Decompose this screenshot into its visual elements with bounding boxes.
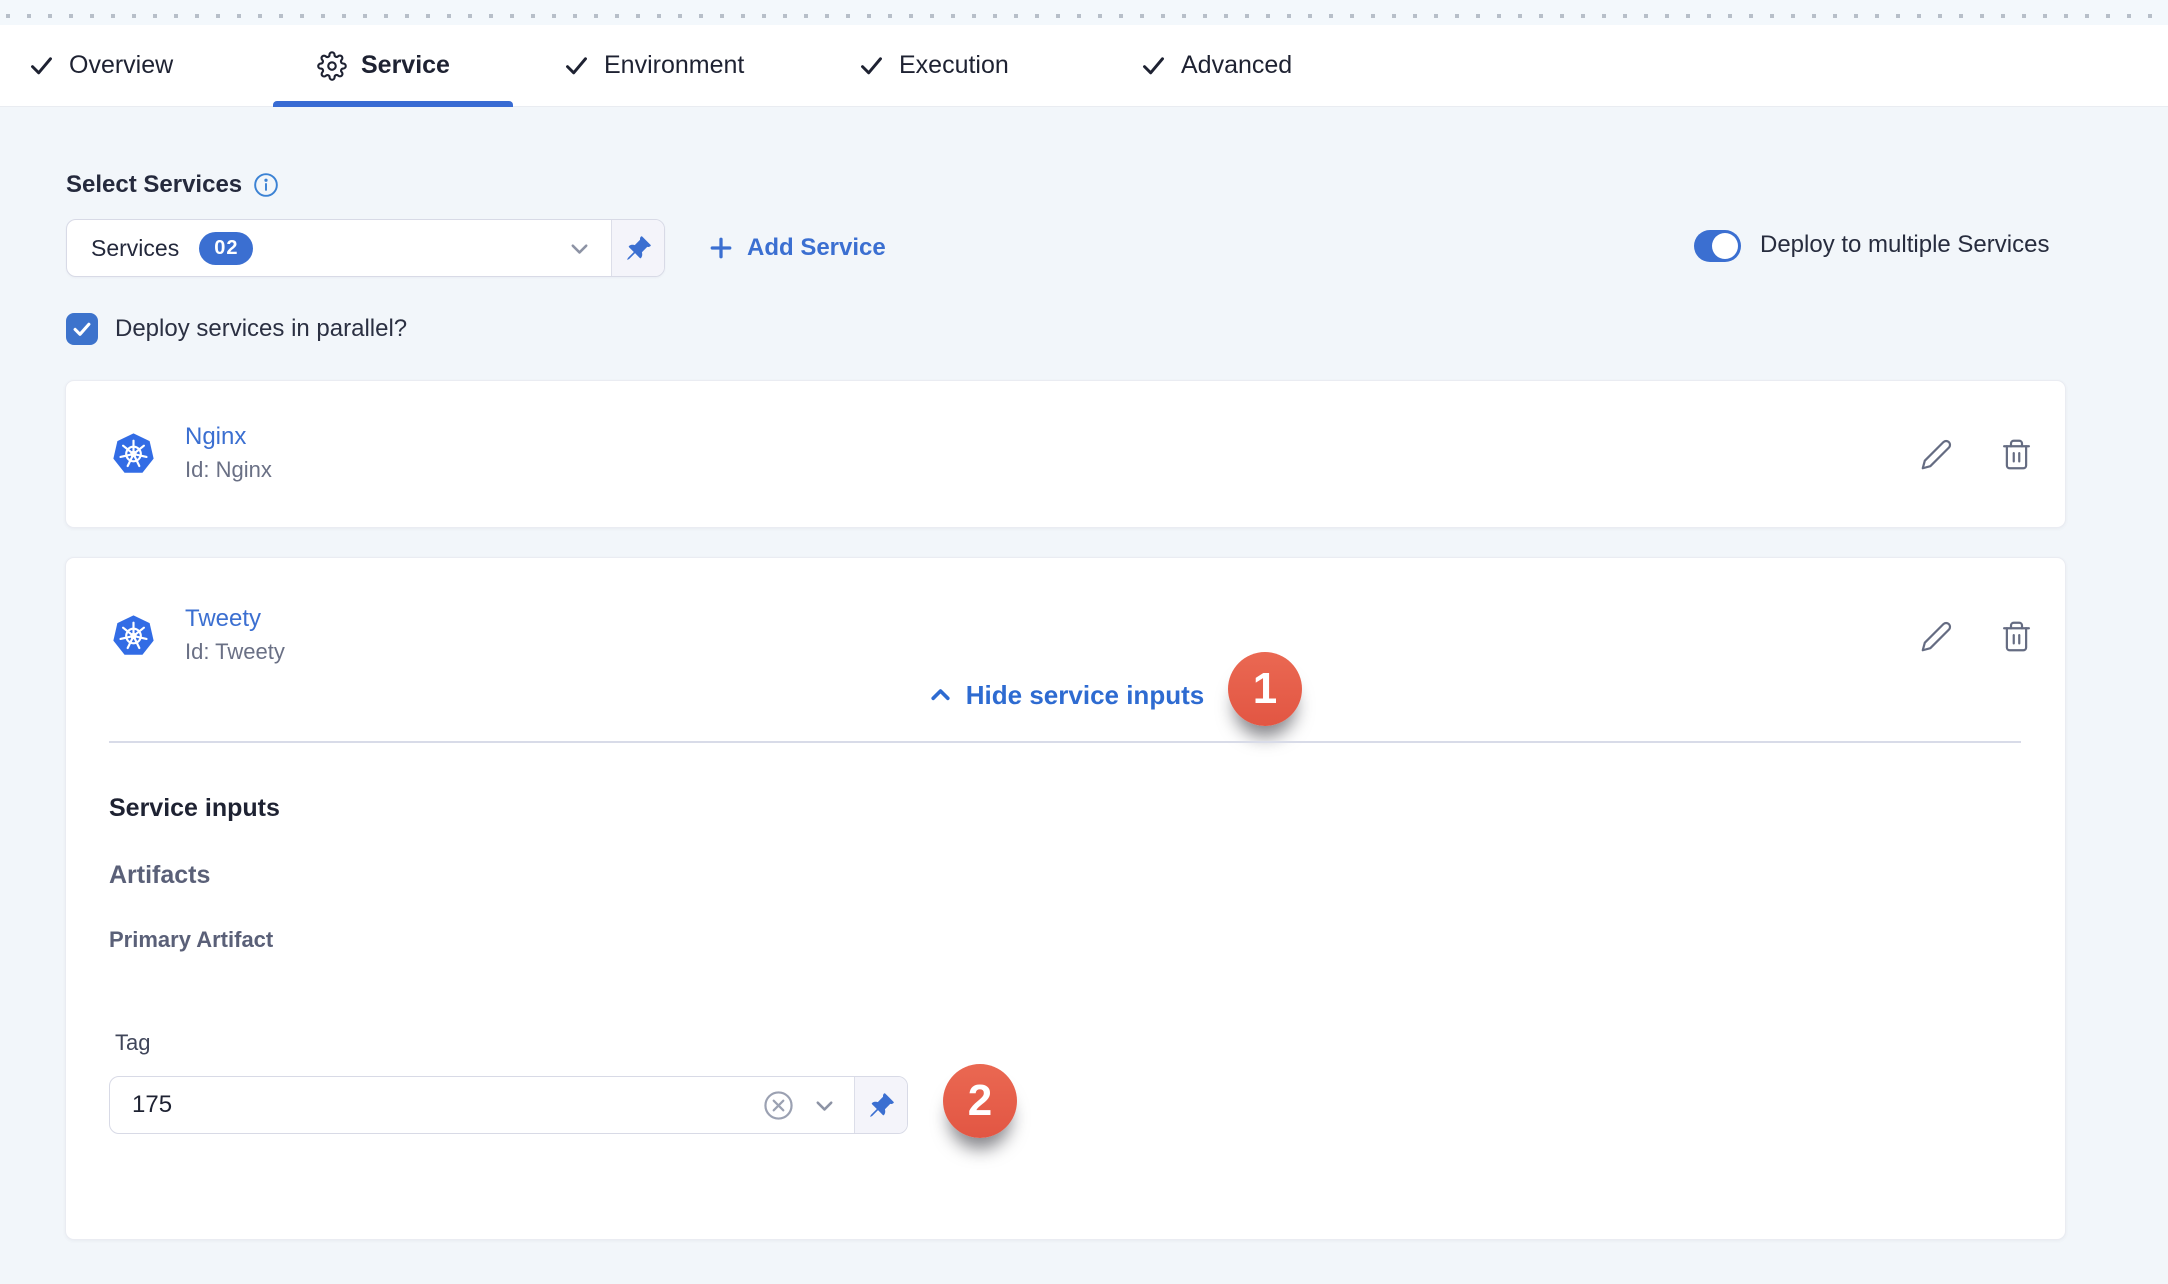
services-dropdown-main: Services 02 (67, 220, 611, 276)
tab-label: Execution (899, 51, 1009, 80)
select-services-text: Select Services (66, 171, 242, 199)
deploy-multiple-label: Deploy to multiple Services (1760, 231, 2049, 259)
tag-field-main (110, 1077, 854, 1133)
artifacts-heading: Artifacts (109, 861, 210, 890)
pin-icon (625, 235, 652, 262)
services-pin-button[interactable] (611, 220, 664, 276)
hide-service-inputs-label: Hide service inputs (966, 680, 1204, 711)
check-icon (28, 52, 55, 79)
tab-label: Overview (69, 51, 173, 80)
services-dropdown[interactable]: Services 02 (66, 219, 665, 277)
service-name-link[interactable]: Nginx (185, 423, 246, 451)
add-service-label: Add Service (747, 234, 886, 262)
tab-label: Service (361, 51, 450, 80)
service-inputs-title: Service inputs (109, 794, 280, 823)
stage-tabbar: Overview Service Environment Execution A (0, 25, 2168, 107)
clear-circle-icon[interactable] (762, 1089, 795, 1122)
card-divider (109, 741, 2021, 743)
info-icon[interactable] (253, 172, 279, 198)
edit-service-button[interactable] (1919, 619, 1953, 653)
delete-service-button[interactable] (1999, 437, 2033, 471)
top-dotted-strip (0, 0, 2168, 25)
hide-service-inputs-link[interactable]: Hide service inputs (66, 677, 2065, 713)
pin-icon (868, 1092, 895, 1119)
chevron-down-icon[interactable] (811, 1092, 838, 1119)
services-count-badge: 02 (199, 232, 253, 265)
service-id-text: Id: Tweety (185, 639, 285, 665)
tag-input[interactable] (110, 1091, 762, 1119)
kubernetes-icon (112, 614, 155, 658)
toggle-knob (1712, 233, 1738, 259)
checkmark-icon (71, 318, 93, 340)
primary-artifact-heading: Primary Artifact (109, 927, 273, 953)
tab-environment[interactable]: Environment (563, 25, 744, 106)
gear-icon (317, 51, 347, 81)
service-config-page: Overview Service Environment Execution A (0, 0, 2168, 1284)
parallel-label: Deploy services in parallel? (115, 315, 407, 343)
tab-overview[interactable]: Overview (28, 25, 173, 106)
tab-service[interactable]: Service (317, 25, 450, 106)
select-services-label: Select Services (66, 171, 279, 199)
tag-pin-button[interactable] (854, 1077, 907, 1133)
parallel-row: Deploy services in parallel? (66, 313, 407, 345)
check-icon (1140, 52, 1167, 79)
annotation-marker-1: 1 (1228, 652, 1302, 726)
tag-field (109, 1076, 908, 1134)
plus-icon (707, 234, 735, 262)
tab-execution[interactable]: Execution (858, 25, 1009, 106)
edit-service-button[interactable] (1919, 437, 1953, 471)
service-id-text: Id: Nginx (185, 457, 272, 483)
chevron-down-icon (566, 235, 593, 262)
chevron-up-icon (927, 682, 954, 709)
dotted-divider (6, 14, 2168, 18)
delete-service-button[interactable] (1999, 619, 2033, 653)
service-card-tweety: Tweety Id: Tweety Hide service inputs 1 … (65, 557, 2066, 1240)
deploy-multiple-toggle[interactable] (1694, 230, 1741, 262)
check-icon (858, 52, 885, 79)
parallel-checkbox[interactable] (66, 313, 98, 345)
add-service-button[interactable]: Add Service (707, 229, 886, 267)
tab-label: Advanced (1181, 51, 1292, 80)
service-name-link[interactable]: Tweety (185, 605, 261, 633)
service-card-nginx: Nginx Id: Nginx (65, 380, 2066, 528)
tag-label: Tag (115, 1030, 150, 1056)
services-dropdown-value: Services (91, 235, 179, 262)
tab-label: Environment (604, 51, 744, 80)
tab-advanced[interactable]: Advanced (1140, 25, 1292, 106)
annotation-marker-2: 2 (943, 1064, 1017, 1138)
active-tab-underline (273, 101, 513, 107)
kubernetes-icon (112, 432, 155, 476)
check-icon (563, 52, 590, 79)
